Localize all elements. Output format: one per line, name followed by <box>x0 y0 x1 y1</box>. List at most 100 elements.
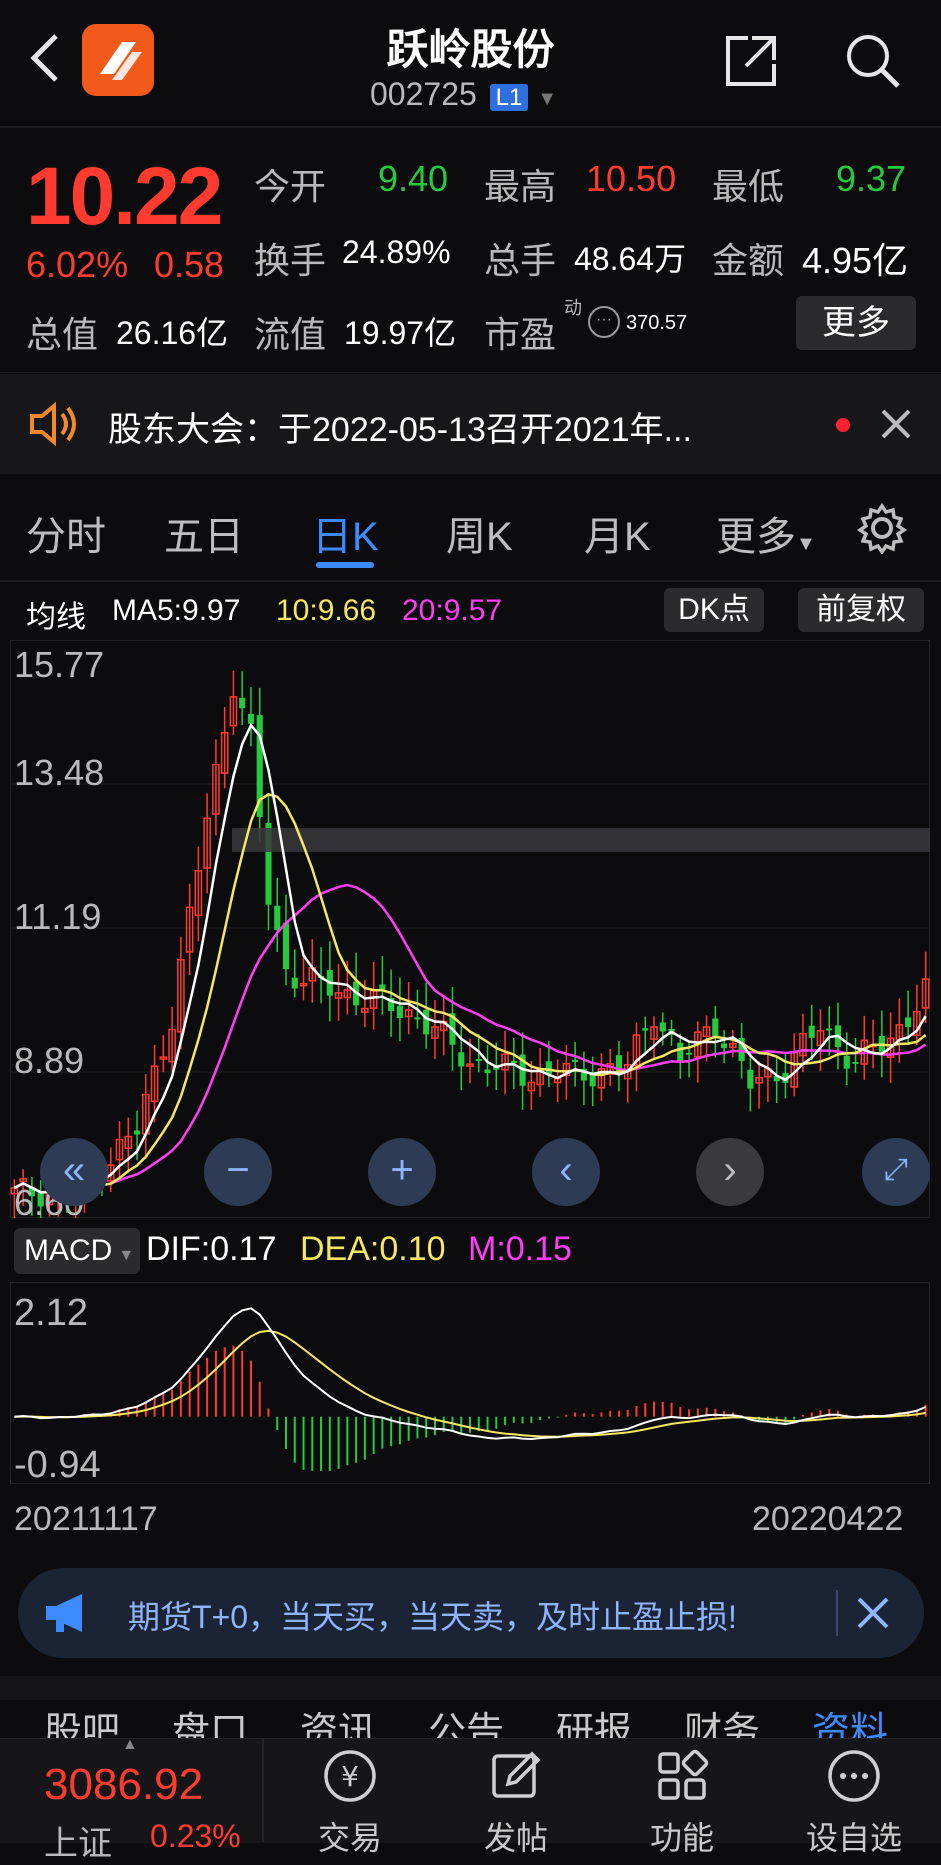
adjust-button[interactable]: 前复权 <box>798 588 924 632</box>
candle-body <box>414 1017 421 1020</box>
open-label: 今开 <box>254 166 327 207</box>
stock-code: 002725 L1 ▼ <box>370 76 558 112</box>
zoom-out-button[interactable]: − <box>204 1138 272 1206</box>
search-icon[interactable] <box>842 30 904 92</box>
promo-banner[interactable]: 期货T+0，当天买，当天卖，及时止盈止损! <box>18 1568 924 1658</box>
nav-add-watchlist[interactable]: 设自选 <box>784 1748 924 1856</box>
candle-body <box>545 1061 552 1075</box>
index-value: 3086.92 <box>44 1760 204 1809</box>
last-price: 10.22 <box>26 151 223 242</box>
indicator-selector[interactable]: MACD ▼ <box>14 1228 140 1274</box>
pe-info-icon[interactable]: ··· <box>588 306 620 338</box>
candle-body <box>712 1018 719 1037</box>
candle-body <box>721 1043 728 1049</box>
fullscreen-icon[interactable]: ⤢ <box>862 1138 930 1206</box>
tab-intraday[interactable]: 分时 <box>26 504 106 562</box>
index-change: 0.23% <box>150 1818 241 1854</box>
macd-axis-tick: 2.12 <box>14 1292 88 1334</box>
price-axis-tick: 13.48 <box>14 752 105 793</box>
volume-value: 48.64万 <box>574 241 687 277</box>
end-date: 20220422 <box>752 1500 904 1538</box>
active-tab-underline <box>316 562 374 568</box>
promo-text: 期货T+0，当天买，当天卖，及时止盈止损! <box>128 1599 737 1635</box>
candle-body <box>133 1130 141 1135</box>
mktcap-label: 总值 <box>26 314 99 355</box>
dif-value: DIF:0.17 <box>146 1230 277 1268</box>
settings-gear-icon[interactable] <box>856 502 908 556</box>
nav-post[interactable]: 发帖 <box>466 1748 566 1856</box>
candle-body <box>379 984 386 990</box>
high-value: 10.50 <box>586 158 677 199</box>
candle-body <box>677 1042 684 1061</box>
candle-body <box>826 1028 833 1031</box>
candle-body <box>247 714 255 724</box>
macd-chart[interactable] <box>10 1282 930 1484</box>
volume-label: 总手 <box>484 240 557 281</box>
candle-body <box>659 1022 666 1032</box>
amount-label: 金额 <box>712 240 785 281</box>
tab-weekly-k[interactable]: 周K <box>446 504 513 562</box>
close-icon[interactable] <box>856 1596 890 1630</box>
more-quote-button[interactable]: 更多 <box>796 296 916 350</box>
notice-text: 股东大会：于2022-05-13召开2021年... <box>108 411 692 449</box>
caret-up-icon: ▲ <box>122 1736 138 1753</box>
price-axis-tick: 11.19 <box>14 896 102 937</box>
float-label: 流值 <box>254 314 327 355</box>
change-percent: 6.02% <box>26 244 129 285</box>
scroll-right-button[interactable]: › <box>696 1138 764 1206</box>
fast-back-button[interactable]: « <box>40 1138 108 1206</box>
share-icon[interactable] <box>722 32 780 90</box>
high-label: 最高 <box>484 166 557 207</box>
candle-body <box>282 922 290 970</box>
tab-five-day[interactable]: 五日 <box>164 504 244 562</box>
kline-chart[interactable] <box>10 640 930 1218</box>
m-value: M:0.15 <box>468 1230 572 1268</box>
scroll-left-button[interactable]: ‹ <box>532 1138 600 1206</box>
amount-value: 4.95亿 <box>802 240 909 281</box>
dea-value: DEA:0.10 <box>300 1230 446 1268</box>
ma5-line <box>13 722 927 1194</box>
candle-body <box>510 1060 517 1064</box>
zoom-in-button[interactable]: + <box>368 1138 436 1206</box>
candle-body <box>396 1005 403 1019</box>
open-value: 9.40 <box>378 158 449 199</box>
speaker-icon <box>28 400 80 448</box>
mktcap-value: 26.16亿 <box>116 315 229 351</box>
candle-body <box>852 1061 859 1064</box>
ma-label[interactable]: 均线 <box>26 592 86 636</box>
float-value: 19.97亿 <box>344 315 457 351</box>
dk-point-button[interactable]: DK点 <box>664 588 764 632</box>
trade-icon: ¥ <box>324 1750 376 1802</box>
notice-bar[interactable]: 股东大会：于2022-05-13召开2021年... <box>0 374 941 474</box>
price-axis-tick: 8.89 <box>14 1040 85 1081</box>
nav-functions[interactable]: 功能 <box>632 1748 732 1856</box>
low-value: 9.37 <box>836 158 907 199</box>
price-axis-tick: 15.77 <box>14 644 105 685</box>
candle-body <box>484 1069 491 1074</box>
megaphone-icon <box>44 1592 94 1634</box>
grid-icon <box>658 1749 709 1800</box>
close-icon[interactable] <box>880 408 912 440</box>
candle-body <box>274 905 281 930</box>
tab-more[interactable]: 更多▼ <box>716 504 816 562</box>
ma5-value: MA5:9.97 <box>112 594 241 627</box>
stock-name: 跃岭股份 <box>386 26 555 73</box>
macd-axis-tick: -0.94 <box>14 1444 101 1486</box>
candle-body <box>642 1028 649 1031</box>
level-badge[interactable]: L1 <box>489 84 529 111</box>
candle-body <box>239 697 246 709</box>
change-amount: 0.58 <box>154 244 225 285</box>
low-label: 最低 <box>712 166 785 207</box>
turnover-label: 换手 <box>254 240 327 281</box>
resistance-band <box>232 828 930 852</box>
index-widget[interactable]: ▲ 3086.92 上证 0.23% <box>0 1736 262 1863</box>
tab-monthly-k[interactable]: 月K <box>584 504 651 562</box>
ma10-line <box>13 793 927 1194</box>
unread-dot <box>836 418 850 432</box>
caret-down-icon: ▼ <box>796 533 816 555</box>
nav-trade[interactable]: ¥ 交易 <box>300 1748 400 1856</box>
chevron-down-icon[interactable]: ▼ <box>537 88 557 110</box>
candle-body <box>475 1059 482 1062</box>
tab-daily-k[interactable]: 日K <box>312 504 379 562</box>
candle-body <box>843 1055 850 1069</box>
